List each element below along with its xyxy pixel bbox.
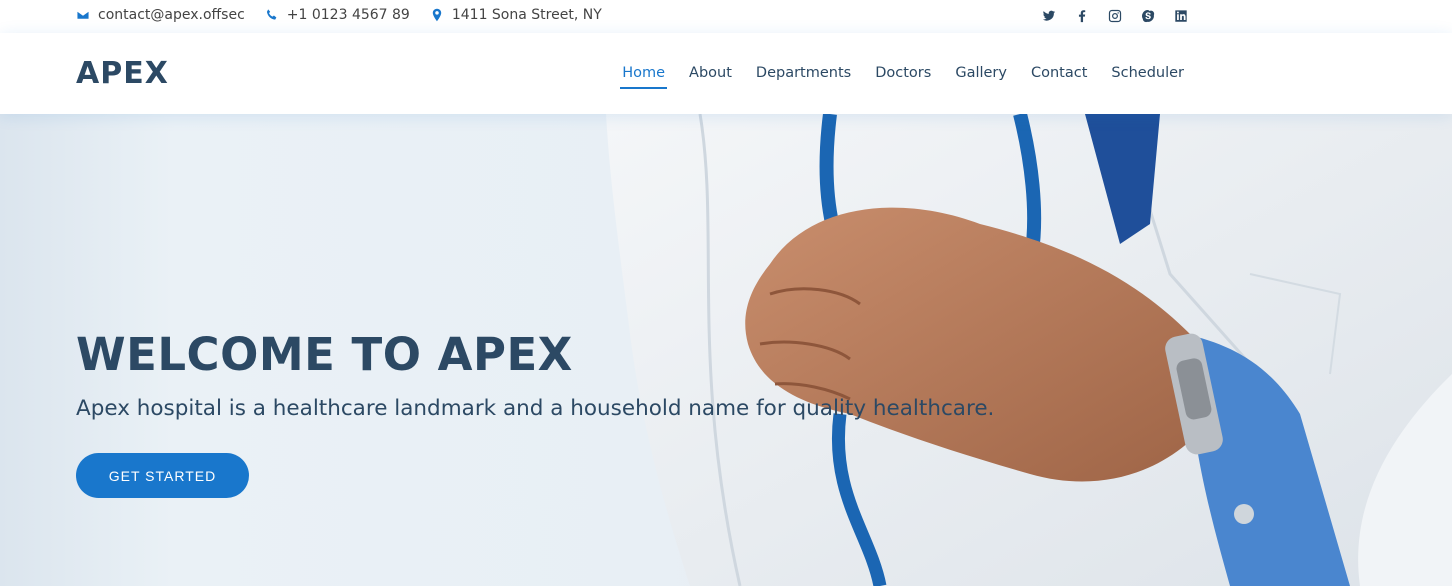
main-nav: Home About Departments Doctors Gallery C… bbox=[598, 65, 1184, 89]
social-links bbox=[1040, 7, 1205, 25]
nav-departments[interactable]: Departments bbox=[756, 65, 851, 89]
twitter-icon bbox=[1042, 10, 1056, 21]
twitter-link[interactable] bbox=[1040, 7, 1058, 25]
facebook-icon bbox=[1078, 10, 1086, 23]
skype-icon bbox=[1142, 10, 1155, 23]
phone-icon bbox=[266, 9, 277, 20]
nav-home[interactable]: Home bbox=[620, 65, 667, 89]
envelope-icon bbox=[76, 10, 90, 20]
hero-section: WELCOME TO APEX Apex hospital is a healt… bbox=[0, 114, 1452, 586]
address-item: 1411 Sona Street, NY bbox=[430, 7, 602, 23]
hero-title: WELCOME TO APEX bbox=[76, 328, 573, 381]
instagram-link[interactable] bbox=[1106, 7, 1124, 25]
site-header: APEX Home About Departments Doctors Gall… bbox=[0, 33, 1452, 114]
skype-link[interactable] bbox=[1139, 7, 1157, 25]
linkedin-link[interactable] bbox=[1172, 7, 1190, 25]
nav-gallery[interactable]: Gallery bbox=[955, 65, 1007, 89]
email-text[interactable]: contact@apex.offsec bbox=[98, 7, 245, 23]
nav-doctors[interactable]: Doctors bbox=[875, 65, 931, 89]
nav-contact[interactable]: Contact bbox=[1031, 65, 1087, 89]
nav-about[interactable]: About bbox=[689, 65, 732, 89]
address-text: 1411 Sona Street, NY bbox=[451, 7, 602, 23]
hero-subtitle: Apex hospital is a healthcare landmark a… bbox=[76, 396, 995, 421]
linkedin-icon bbox=[1175, 10, 1187, 22]
phone-text[interactable]: +1 0123 4567 89 bbox=[287, 7, 410, 23]
email-item[interactable]: contact@apex.offsec bbox=[76, 7, 245, 23]
logo[interactable]: APEX bbox=[76, 56, 169, 91]
phone-item[interactable]: +1 0123 4567 89 bbox=[265, 7, 410, 23]
facebook-link[interactable] bbox=[1073, 7, 1091, 25]
contact-info: contact@apex.offsec +1 0123 4567 89 1411… bbox=[76, 7, 622, 23]
nav-scheduler[interactable]: Scheduler bbox=[1111, 65, 1184, 89]
top-bar: contact@apex.offsec +1 0123 4567 89 1411… bbox=[0, 0, 1452, 33]
get-started-button[interactable]: GET STARTED bbox=[76, 453, 249, 498]
map-pin-icon bbox=[432, 8, 442, 22]
instagram-icon bbox=[1108, 9, 1122, 23]
